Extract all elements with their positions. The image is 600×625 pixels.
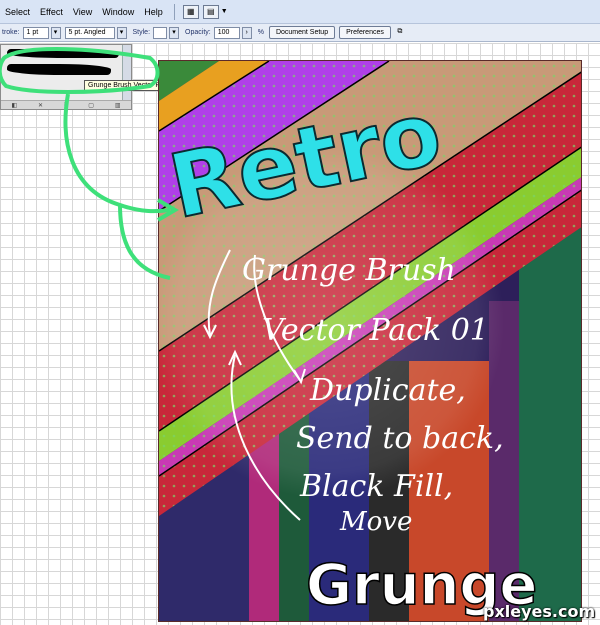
brushes-scrollbar[interactable] — [122, 45, 131, 101]
arrange-icon[interactable]: ⧉ — [392, 26, 407, 39]
new-brush-icon[interactable]: ▢ — [88, 102, 94, 109]
control-bar: troke: 1 pt ▾ 5 pt. Angled ▾ Style: ▾ Op… — [0, 24, 600, 42]
brush-definition-field[interactable]: 5 pt. Angled — [64, 26, 115, 39]
menu-select[interactable]: Select — [0, 7, 35, 17]
watermark: pxleyes.com — [483, 602, 596, 621]
opacity-arrow[interactable]: › — [241, 26, 252, 39]
options-icon[interactable]: ≡ — [64, 102, 68, 108]
menu-help[interactable]: Help — [139, 7, 168, 17]
artwork-svg — [159, 61, 581, 621]
style-swatch[interactable] — [153, 26, 168, 39]
bridge-icon[interactable]: ▦ — [182, 4, 199, 19]
menu-effect[interactable]: Effect — [35, 7, 68, 17]
chevron-down-icon[interactable]: ▼ — [221, 8, 228, 15]
grunge-brush-swatch-selected[interactable] — [7, 64, 111, 75]
delete-brush-icon[interactable]: ▥ — [115, 102, 121, 109]
menu-window[interactable]: Window — [97, 7, 139, 17]
brushes-panel: ◧ ✕ ≡ ▢ ▥ — [0, 44, 132, 110]
stroke-weight-dropdown[interactable]: ▾ — [50, 26, 61, 39]
menu-bar: Select Effect View Window Help ▦ ▤ ▼ — [0, 0, 600, 24]
artwork — [158, 60, 582, 622]
document-setup-button[interactable]: Document Setup — [268, 26, 336, 39]
brush-definition-dropdown[interactable]: ▾ — [116, 26, 127, 39]
remove-stroke-icon[interactable]: ✕ — [38, 102, 43, 109]
menu-view[interactable]: View — [68, 7, 97, 17]
grunge-brush-swatch[interactable] — [7, 49, 119, 58]
preferences-button[interactable]: Preferences — [339, 26, 391, 39]
stroke-label: troke: — [2, 29, 20, 36]
stroke-weight-field[interactable]: 1 pt — [22, 26, 49, 39]
opacity-label: Opacity: — [185, 29, 211, 36]
opacity-unit: % — [257, 29, 264, 36]
brush-libraries-icon[interactable]: ◧ — [11, 102, 17, 109]
style-label: Style: — [132, 29, 151, 36]
style-dropdown[interactable]: ▾ — [169, 26, 180, 39]
opacity-field[interactable]: 100 — [213, 26, 240, 39]
workspace-icon[interactable]: ▤ — [202, 4, 219, 19]
brushes-panel-toolbar: ◧ ✕ ≡ ▢ ▥ — [1, 100, 131, 109]
menu-separator — [173, 3, 175, 20]
